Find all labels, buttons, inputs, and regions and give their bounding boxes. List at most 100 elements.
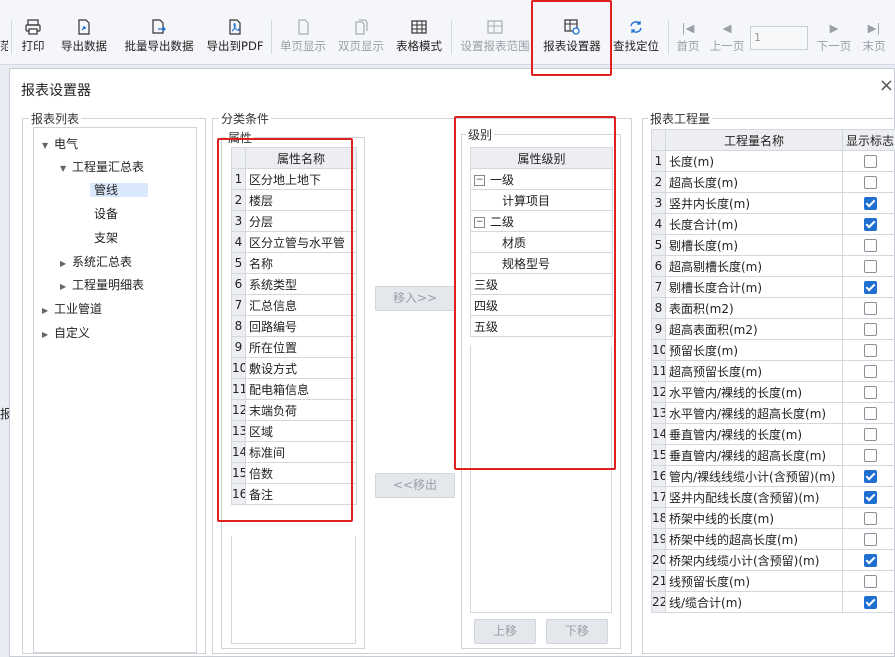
checked-checkbox[interactable] (863, 218, 877, 231)
unchecked-checkbox[interactable] (863, 386, 877, 399)
set-report-range-button[interactable]: 设置报表范围 (457, 18, 533, 58)
quantity-row[interactable]: 6 超高剔槽长度(m) (651, 255, 895, 277)
quantity-row[interactable]: 3 竖井内长度(m) (651, 192, 895, 214)
level-row[interactable]: 五级 (470, 315, 613, 337)
quantity-row[interactable]: 15垂直管内/裸线的超高长度(m) (651, 444, 895, 466)
find-locate-button[interactable]: 查找定位 (610, 18, 662, 58)
quantity-row[interactable]: 17竖井内配线长度(含预留)(m) (651, 486, 895, 508)
quantity-row[interactable]: 19桥架中线的超高长度(m) (651, 528, 895, 550)
attribute-row[interactable]: 5 名称 (231, 252, 357, 274)
quantity-row[interactable]: 13水平管内/裸线的超高长度(m) (651, 402, 895, 424)
unchecked-checkbox[interactable] (863, 176, 877, 189)
move-up-button[interactable]: 上移 (474, 619, 536, 644)
unchecked-checkbox[interactable] (863, 365, 877, 378)
checked-checkbox[interactable] (863, 470, 877, 483)
quantity-row[interactable]: 16管内/裸线线缆小计(含预留)(m) (651, 465, 895, 487)
first-page-button[interactable]: |◀ 首页 (673, 18, 703, 58)
quantity-row[interactable]: 5 剔槽长度(m) (651, 234, 895, 256)
tree-node-detail[interactable]: ▶ 工程量明细表 (60, 275, 144, 295)
checked-checkbox[interactable] (863, 596, 877, 609)
unchecked-checkbox[interactable] (863, 512, 877, 525)
attribute-row[interactable]: 10敷设方式 (231, 357, 357, 379)
quantity-row[interactable]: 4 长度合计(m) (651, 213, 895, 235)
quantity-row[interactable]: 7 剔槽长度合计(m) (651, 276, 895, 298)
move-out-button[interactable]: <<移出 (375, 473, 455, 498)
quantity-row[interactable]: 9 超高表面积(m2) (651, 318, 895, 340)
page-number-input[interactable]: 1 (750, 26, 808, 50)
close-icon[interactable]: × (879, 75, 894, 96)
quantity-row[interactable]: 2 超高长度(m) (651, 171, 895, 193)
level-row[interactable]: 四级 (470, 294, 613, 316)
quantity-row[interactable]: 11超高预留长度(m) (651, 360, 895, 382)
checked-checkbox[interactable] (863, 491, 877, 504)
level-row[interactable]: 三级 (470, 273, 613, 295)
export-pdf-button[interactable]: 导出到PDF (204, 18, 266, 58)
attribute-row[interactable]: 4 区分立管与水平管 (231, 231, 357, 253)
unchecked-checkbox[interactable] (863, 407, 877, 420)
collapse-minus-icon[interactable]: − (474, 174, 485, 186)
attribute-row[interactable]: 12末端负荷 (231, 399, 357, 421)
quantity-row[interactable]: 14垂直管内/裸线的长度(m) (651, 423, 895, 445)
attribute-row[interactable]: 13区域 (231, 420, 357, 442)
quantity-row[interactable]: 12水平管内/裸线的长度(m) (651, 381, 895, 403)
checked-checkbox[interactable] (863, 281, 877, 294)
attribute-row[interactable]: 7 汇总信息 (231, 294, 357, 316)
level-row[interactable]: − 二级 (470, 210, 613, 232)
level-row[interactable]: − 一级 (470, 168, 613, 190)
quantity-row[interactable]: 22线/缆合计(m) (651, 591, 895, 613)
attribute-row[interactable]: 15倍数 (231, 462, 357, 484)
tree-node-bracket[interactable]: 支架 (94, 228, 118, 248)
next-page-button[interactable]: ▶ 下一页 (814, 18, 854, 58)
quantity-row[interactable]: 18桥架中线的长度(m) (651, 507, 895, 529)
unchecked-checkbox[interactable] (863, 575, 877, 588)
last-page-button[interactable]: ▶| 末页 (859, 18, 889, 58)
attribute-row[interactable]: 14标准间 (231, 441, 357, 463)
quantity-row[interactable]: 10预留长度(m) (651, 339, 895, 361)
attribute-row[interactable]: 6 系统类型 (231, 273, 357, 295)
double-page-button[interactable]: 双页显示 (335, 18, 387, 58)
tree-node-pipeline[interactable]: 管线 (90, 180, 149, 200)
checked-checkbox[interactable] (863, 197, 877, 210)
quantity-row[interactable]: 8 表面积(m2) (651, 297, 895, 319)
move-in-button[interactable]: 移入>> (375, 286, 455, 311)
table-mode-button[interactable]: 表格模式 (393, 18, 445, 58)
single-page-button[interactable]: 单页显示 (277, 18, 329, 58)
print-button[interactable]: 打印 (17, 18, 49, 58)
unchecked-checkbox[interactable] (863, 239, 877, 252)
unchecked-checkbox[interactable] (863, 260, 877, 273)
attribute-row[interactable]: 2 楼层 (231, 189, 357, 211)
tree-node-industrial-pipe[interactable]: ▶ 工业管道 (42, 299, 102, 319)
attribute-row[interactable]: 8 回路编号 (231, 315, 357, 337)
attribute-row[interactable]: 1 区分地上地下 (231, 168, 357, 190)
tree-node-equipment[interactable]: 设备 (94, 204, 118, 224)
unchecked-checkbox[interactable] (863, 323, 877, 336)
level-row[interactable]: 材质 (470, 231, 613, 253)
collapse-minus-icon[interactable]: − (474, 216, 485, 228)
attribute-row[interactable]: 16备注 (231, 483, 357, 505)
report-settings-button[interactable]: 报表设置器 (540, 18, 604, 58)
checked-checkbox[interactable] (863, 554, 877, 567)
tree-node-system-summary[interactable]: ▶ 系统汇总表 (60, 252, 132, 272)
move-down-button[interactable]: 下移 (546, 619, 608, 644)
quantity-row[interactable]: 20桥架内线缆小计(含预留)(m) (651, 549, 895, 571)
attribute-row[interactable]: 9 所在位置 (231, 336, 357, 358)
tree-node-summary[interactable]: ▼ 工程量汇总表 (60, 157, 144, 177)
level-row[interactable]: 规格型号 (470, 252, 613, 274)
quantity-row[interactable]: 1 长度(m) (651, 150, 895, 172)
tree-node-electric[interactable]: ▼ 电气 (42, 134, 78, 154)
prev-page-button[interactable]: ◀ 上一页 (707, 18, 747, 58)
level-row[interactable]: 计算项目 (470, 189, 613, 211)
toolbar-partial-button[interactable]: 范 (0, 18, 8, 58)
attribute-row[interactable]: 3 分层 (231, 210, 357, 232)
unchecked-checkbox[interactable] (863, 533, 877, 546)
unchecked-checkbox[interactable] (863, 155, 877, 168)
unchecked-checkbox[interactable] (863, 428, 877, 441)
unchecked-checkbox[interactable] (863, 449, 877, 462)
quantity-row[interactable]: 21线预留长度(m) (651, 570, 895, 592)
export-data-button[interactable]: 导出数据 (58, 18, 110, 58)
unchecked-checkbox[interactable] (863, 344, 877, 357)
batch-export-button[interactable]: 批量导出数据 (122, 18, 196, 58)
unchecked-checkbox[interactable] (863, 302, 877, 315)
attribute-row[interactable]: 11配电箱信息 (231, 378, 357, 400)
tree-node-custom[interactable]: ▶ 自定义 (42, 323, 90, 343)
